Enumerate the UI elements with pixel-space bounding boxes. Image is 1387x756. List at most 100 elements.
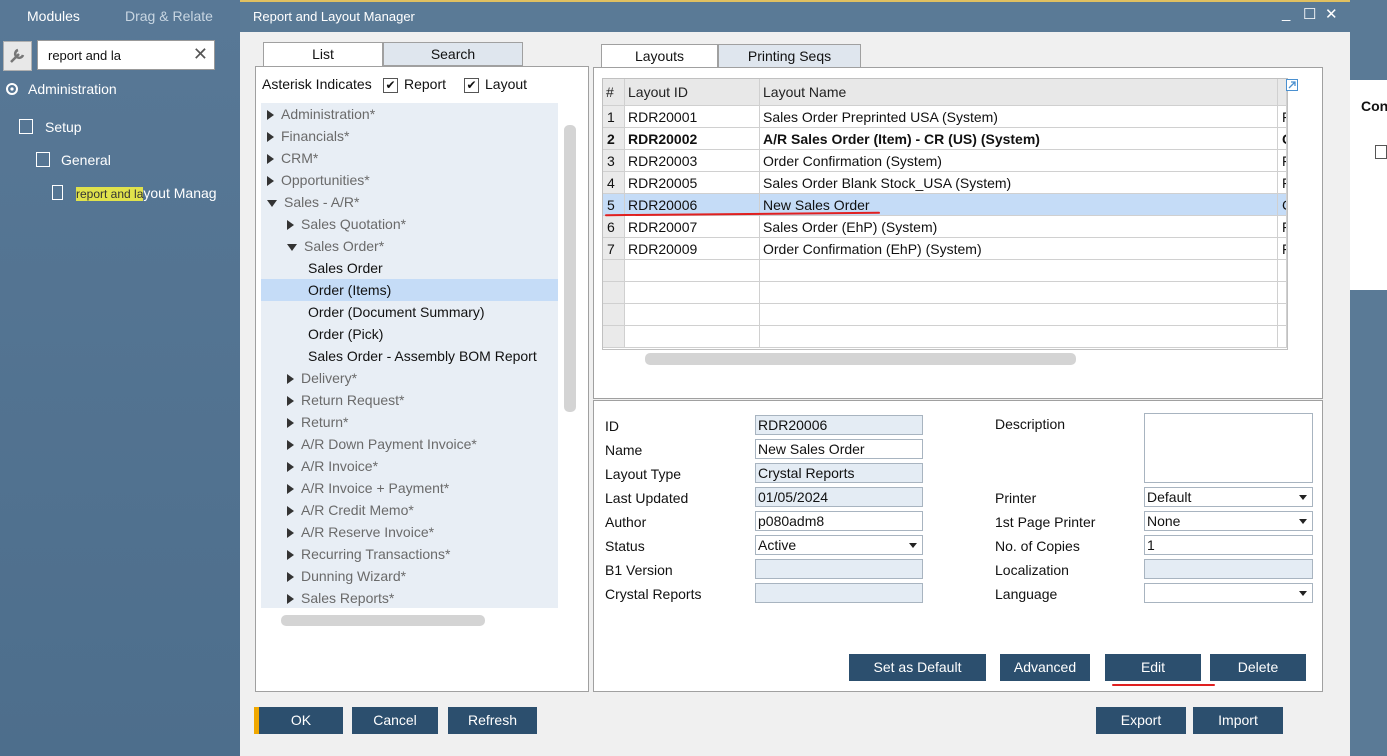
edit-button[interactable]: Edit xyxy=(1105,654,1201,681)
export-button[interactable]: Export xyxy=(1096,707,1186,734)
caret-right-icon[interactable] xyxy=(287,594,294,605)
tree-item[interactable]: Sales Quotation* xyxy=(261,213,558,235)
tree-item[interactable]: Sales - A/R* xyxy=(261,191,558,213)
table-cell: F xyxy=(1278,238,1287,260)
tab-search[interactable]: Search xyxy=(383,42,523,66)
caret-right-icon[interactable] xyxy=(267,132,274,143)
import-button[interactable]: Import xyxy=(1193,707,1283,734)
table-cell xyxy=(1278,304,1287,326)
tab-list[interactable]: List xyxy=(263,42,383,66)
tree-item[interactable]: A/R Reserve Invoice* xyxy=(261,521,558,543)
printer-select[interactable]: Default xyxy=(1144,487,1313,507)
tree-item-label: A/R Invoice* xyxy=(301,458,379,474)
caret-right-icon[interactable] xyxy=(267,154,274,165)
table-cell: RDR20005 xyxy=(625,172,760,194)
tree-item[interactable]: CRM* xyxy=(261,147,558,169)
caret-down-icon[interactable] xyxy=(287,243,297,251)
localization-label: Localization xyxy=(995,562,1069,578)
tree-item[interactable]: A/R Down Payment Invoice* xyxy=(261,433,558,455)
minimize-icon[interactable]: _ xyxy=(1282,5,1290,22)
tab-list-label: List xyxy=(312,46,334,62)
caret-right-icon[interactable] xyxy=(287,550,294,561)
set-as-default-button[interactable]: Set as Default xyxy=(849,654,986,681)
caret-right-icon[interactable] xyxy=(287,484,294,495)
caret-right-icon[interactable] xyxy=(267,176,274,187)
description-label: Description xyxy=(995,416,1066,432)
author-field[interactable]: p080adm8 xyxy=(755,511,923,531)
tree-vertical-scrollbar[interactable] xyxy=(564,125,576,412)
copies-field[interactable]: 1 xyxy=(1144,535,1313,555)
tree-item[interactable]: Return Request* xyxy=(261,389,558,411)
grid-horizontal-scrollbar[interactable] xyxy=(645,353,1076,365)
module-general[interactable]: General xyxy=(61,152,111,168)
delete-button[interactable]: Delete xyxy=(1210,654,1306,681)
tab-printing-seqs[interactable]: Printing Seqs xyxy=(718,44,861,68)
report-checkbox[interactable]: ✔ Report xyxy=(383,76,446,93)
expand-grid-icon[interactable] xyxy=(1286,78,1298,91)
tree-item-label: A/R Credit Memo* xyxy=(301,502,414,518)
tree-item-label: Dunning Wizard* xyxy=(301,568,407,584)
name-field[interactable]: New Sales Order xyxy=(755,439,923,459)
tree-item[interactable]: A/R Credit Memo* xyxy=(261,499,558,521)
report-tree[interactable]: Administration* Financials* CRM* Opportunit… xyxy=(261,103,558,608)
checkbox-icon[interactable]: ✔ xyxy=(464,77,479,93)
document-icon xyxy=(1375,145,1387,159)
tree-item[interactable]: Order (Document Summary) xyxy=(261,301,558,323)
tab-layouts[interactable]: Layouts xyxy=(601,44,718,68)
caret-right-icon[interactable] xyxy=(287,396,294,407)
tree-item[interactable]: Sales Reports* xyxy=(261,587,558,608)
checkbox-icon[interactable]: ✔ xyxy=(383,77,398,93)
tree-item-label: Sales Order - Assembly BOM Report xyxy=(308,348,537,364)
printer-label: Printer xyxy=(995,490,1037,506)
caret-right-icon[interactable] xyxy=(287,572,294,583)
module-search-input[interactable]: report and la ✕ xyxy=(37,40,215,70)
refresh-button[interactable]: Refresh xyxy=(448,707,537,734)
tree-item[interactable]: A/R Invoice* xyxy=(261,455,558,477)
caret-right-icon[interactable] xyxy=(267,110,274,121)
caret-right-icon[interactable] xyxy=(287,528,294,539)
caret-right-icon[interactable] xyxy=(287,440,294,451)
tree-item[interactable]: Sales Order* xyxy=(261,235,558,257)
column-header[interactable]: Layout Name xyxy=(760,79,1278,106)
tree-item[interactable]: Delivery* xyxy=(261,367,558,389)
tree-item[interactable]: Order (Pick) xyxy=(261,323,558,345)
caret-right-icon[interactable] xyxy=(287,374,294,385)
tree-item[interactable]: Financials* xyxy=(261,125,558,147)
ok-button[interactable]: OK xyxy=(259,707,343,734)
tree-horizontal-scrollbar[interactable] xyxy=(281,615,485,626)
maximize-icon[interactable]: ☐ xyxy=(1303,5,1316,23)
status-select[interactable]: Active xyxy=(755,535,923,555)
close-icon[interactable]: ✕ xyxy=(1325,5,1338,23)
first-page-printer-select[interactable]: None xyxy=(1144,511,1313,531)
cancel-button[interactable]: Cancel xyxy=(352,707,438,734)
caret-right-icon[interactable] xyxy=(287,506,294,517)
module-setup[interactable]: Setup xyxy=(45,119,82,135)
caret-right-icon[interactable] xyxy=(287,418,294,429)
tab-drag-relate[interactable]: Drag & Relate xyxy=(125,8,213,24)
clear-search-icon[interactable]: ✕ xyxy=(193,44,208,65)
tree-item[interactable]: Return* xyxy=(261,411,558,433)
caret-right-icon[interactable] xyxy=(287,220,294,231)
language-select[interactable] xyxy=(1144,583,1313,603)
layout-checkbox[interactable]: ✔ Layout xyxy=(464,76,527,93)
tree-item[interactable]: Recurring Transactions* xyxy=(261,543,558,565)
tree-item[interactable]: Dunning Wizard* xyxy=(261,565,558,587)
tree-item[interactable]: A/R Invoice + Payment* xyxy=(261,477,558,499)
advanced-button[interactable]: Advanced xyxy=(1000,654,1090,681)
caret-right-icon[interactable] xyxy=(287,462,294,473)
tree-item[interactable]: Opportunities* xyxy=(261,169,558,191)
column-header[interactable]: # xyxy=(603,79,625,106)
layout-checkbox-label: Layout xyxy=(485,76,528,92)
module-administration[interactable]: Administration xyxy=(28,81,117,97)
crystal-reports-label: Crystal Reports xyxy=(605,586,702,602)
caret-down-icon[interactable] xyxy=(267,199,277,207)
column-header[interactable]: Layout ID xyxy=(625,79,760,106)
tree-item[interactable]: Administration* xyxy=(261,103,558,125)
tree-item[interactable]: Sales Order - Assembly BOM Report xyxy=(261,345,558,367)
tab-modules[interactable]: Modules xyxy=(27,8,80,24)
description-field[interactable] xyxy=(1144,413,1313,483)
tree-item[interactable]: Order (Items) xyxy=(261,279,558,301)
wrench-icon[interactable] xyxy=(3,41,32,71)
tree-item[interactable]: Sales Order xyxy=(261,257,558,279)
module-report-layout-manager[interactable]: report and layout Manag xyxy=(76,185,217,201)
